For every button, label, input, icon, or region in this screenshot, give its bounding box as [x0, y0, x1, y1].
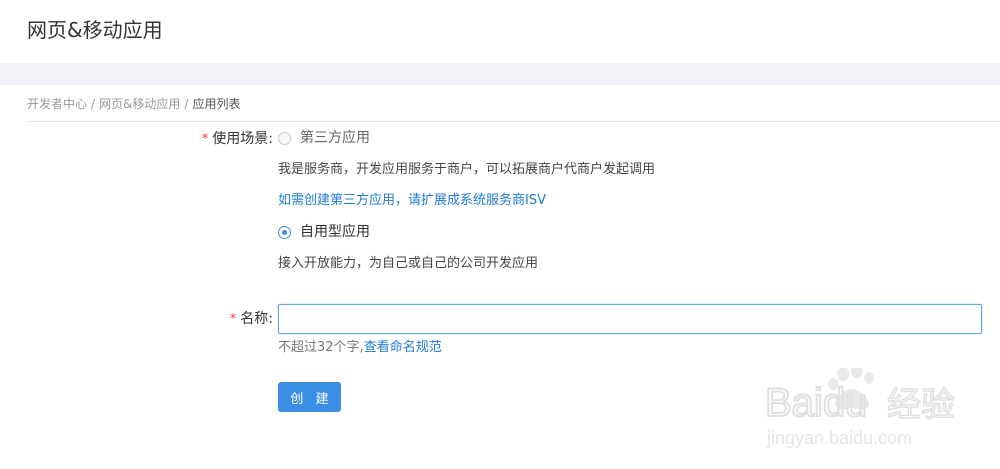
radio-circle-icon[interactable]	[278, 131, 291, 145]
name-label: * 名称:	[230, 309, 273, 330]
self-use-description: 接入开放能力，为自己或自己的公司开发应用	[278, 256, 539, 271]
breadcrumb-separator: /	[91, 97, 96, 111]
header-band	[0, 63, 1000, 85]
watermark-url: jingyan.baidu.com	[766, 428, 912, 448]
required-mark: *	[201, 132, 209, 147]
breadcrumb: 开发者中心 / 网页&移动应用 / 应用列表	[27, 96, 240, 112]
radio-self-use-label[interactable]: 自用型应用	[300, 222, 370, 242]
breadcrumb-separator: /	[184, 97, 189, 111]
naming-rules-link[interactable]: 查看命名规范	[364, 340, 442, 355]
isv-link[interactable]: 如需创建第三方应用，请扩展成系统服务商ISV	[278, 192, 546, 210]
breadcrumb-developer-center[interactable]: 开发者中心	[27, 97, 87, 111]
create-button[interactable]: 创 建	[278, 382, 341, 412]
scene-label: * 使用场景:	[202, 129, 273, 150]
third-party-description: 我是服务商，开发应用服务于商户，可以拓展商户代商户发起调用	[278, 162, 656, 177]
name-input[interactable]	[278, 304, 982, 334]
radio-third-party-app[interactable]: 第三方应用	[278, 128, 370, 148]
baidu-jingyan-watermark: Baidu 经验 jingyan.baidu.com	[765, 368, 956, 448]
name-hint: 不超过32个字,查看命名规范	[278, 339, 442, 357]
name-hint-text: 不超过32个字,	[278, 340, 364, 355]
radio-self-use-app[interactable]: 自用型应用	[278, 222, 370, 242]
scene-label-text: 使用场景:	[212, 131, 273, 147]
watermark-text: 经验	[887, 385, 955, 425]
breadcrumb-divider	[27, 121, 1000, 122]
radio-third-party-label[interactable]: 第三方应用	[300, 128, 370, 148]
required-mark: *	[229, 312, 237, 327]
breadcrumb-app-list: 应用列表	[192, 97, 241, 111]
name-label-text: 名称:	[240, 311, 273, 327]
radio-checked-icon[interactable]	[278, 225, 291, 239]
breadcrumb-web-mobile-apps[interactable]: 网页&移动应用	[99, 97, 180, 111]
watermark-brand: Baidu	[765, 381, 867, 425]
page-title: 网页&移动应用	[27, 18, 163, 42]
